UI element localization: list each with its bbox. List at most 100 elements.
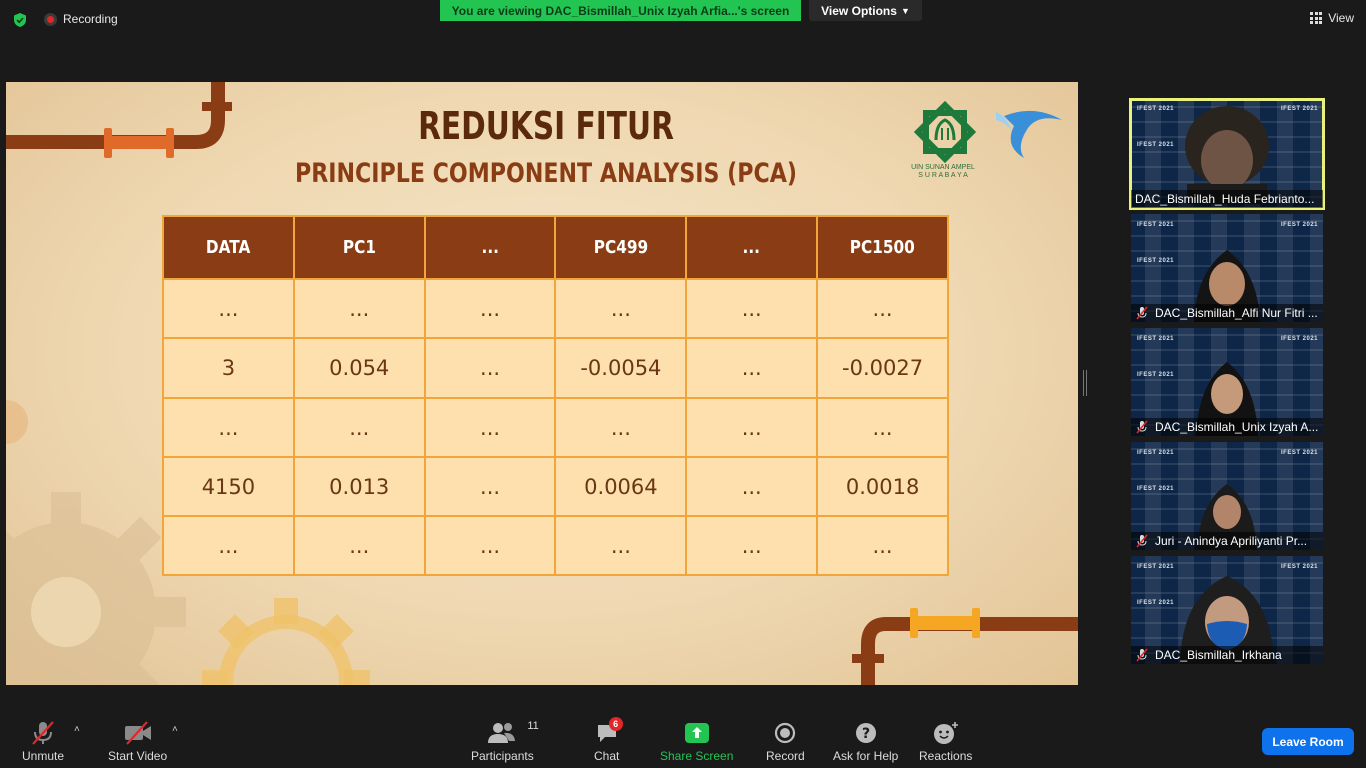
tile-watermark: IFEST 2021 <box>1137 372 1175 378</box>
pipe-decoration-icon <box>852 608 1078 685</box>
panel-resize-handle[interactable] <box>1083 370 1087 396</box>
table-cell: ... <box>423 337 557 399</box>
muted-mic-icon <box>1136 534 1148 548</box>
view-options-button[interactable]: View Options ▼ <box>809 0 922 21</box>
table-header-cell: ... <box>423 215 557 280</box>
share-screen-icon <box>684 723 709 743</box>
slide-subtitle: PRINCIPLE COMPONENT ANALYSIS (PCA) <box>294 158 798 189</box>
video-tile[interactable]: IFEST 2021 IFEST 2021 IFEST 2021 DAC_Bis… <box>1131 556 1323 664</box>
table-cell: ... <box>554 278 688 339</box>
view-label: View <box>1328 11 1354 25</box>
tile-watermark: IFEST 2021 <box>1137 258 1175 264</box>
table-cell: -0.0027 <box>816 337 949 399</box>
table-cell: 0.0064 <box>554 456 688 517</box>
tile-watermark: IFEST 2021 <box>1137 600 1175 606</box>
uinsa-logo-icon <box>913 100 977 164</box>
participant-name: DAC_Bismillah_Unix Izyah A... <box>1131 418 1323 436</box>
audio-options-caret-icon[interactable]: ˄ <box>74 724 80 735</box>
meeting-toolbar: Unmute ˄ Start Video ˄ 11 Participants 6… <box>0 710 1366 768</box>
table-cell: -0.0054 <box>554 337 688 399</box>
video-tiles-panel: IFEST 2021 IFEST 2021 IFEST 2021 DAC_Bis… <box>1129 98 1326 670</box>
table-cell: ... <box>554 515 688 576</box>
table-header-cell: DATA <box>162 215 295 280</box>
table-cell: 0.0018 <box>816 456 949 517</box>
table-cell: 0.013 <box>292 456 426 517</box>
chat-badge: 6 <box>608 717 623 731</box>
share-screen-button[interactable]: Share Screen <box>660 720 733 763</box>
table-cell: ... <box>292 515 426 576</box>
table-cell: ... <box>423 397 557 458</box>
recording-indicator[interactable]: Recording <box>44 12 118 26</box>
table-row: ... ... ... ... ... ... <box>162 278 949 339</box>
table-header-cell: ... <box>685 215 819 280</box>
slide-title: REDUKSI FITUR <box>418 104 674 148</box>
tile-watermark: IFEST 2021 <box>1137 564 1175 570</box>
tile-watermark: IFEST 2021 <box>1137 336 1175 342</box>
participants-icon <box>488 723 516 743</box>
table-cell: ... <box>685 337 819 399</box>
table-cell: ... <box>685 456 819 517</box>
unmute-button[interactable]: Unmute <box>22 720 64 763</box>
ask-for-help-label: Ask for Help <box>833 749 899 763</box>
view-button[interactable]: View <box>1310 11 1354 25</box>
tile-watermark: IFEST 2021 <box>1281 564 1319 570</box>
tile-watermark: IFEST 2021 <box>1137 450 1175 456</box>
table-header-cell: PC1500 <box>816 215 949 280</box>
tile-watermark: IFEST 2021 <box>1137 222 1175 228</box>
participants-button[interactable]: 11 Participants <box>471 720 539 763</box>
start-video-button[interactable]: Start Video <box>108 720 167 763</box>
reactions-button[interactable]: Reactions <box>919 720 972 763</box>
video-options-caret-icon[interactable]: ˄ <box>172 724 178 735</box>
shared-screen-slide: REDUKSI FITUR PRINCIPLE COMPONENT ANALYS… <box>6 82 1078 685</box>
logos: UIN SUNAN AMPEL S U R A B A Y A <box>894 96 1064 186</box>
zoom-meeting-window: Recording You are viewing DAC_Bismillah_… <box>0 0 1366 768</box>
recording-dot-icon <box>44 12 57 26</box>
table-row: ... ... ... ... ... ... <box>162 515 949 576</box>
leave-room-button[interactable]: Leave Room <box>1262 728 1354 755</box>
chat-button[interactable]: 6 Chat <box>594 717 623 763</box>
table-cell: ... <box>423 456 557 517</box>
table-cell: 3 <box>162 337 295 399</box>
tile-watermark: IFEST 2021 <box>1281 450 1319 456</box>
ifest-logo-icon <box>996 110 1062 158</box>
logo-caption: UIN SUNAN AMPEL S U R A B A Y A <box>902 164 984 180</box>
table-cell: ... <box>292 397 426 458</box>
reactions-icon <box>933 722 958 744</box>
recording-label: Recording <box>63 12 118 26</box>
record-label: Record <box>766 749 805 763</box>
grid-view-icon <box>1310 12 1323 24</box>
start-video-label: Start Video <box>108 749 168 763</box>
tile-watermark: IFEST 2021 <box>1281 222 1319 228</box>
table-cell: 0.054 <box>292 337 426 399</box>
table-row: 4150 0.013 ... 0.0064 ... 0.0018 <box>162 456 949 517</box>
record-button[interactable]: Record <box>766 720 805 763</box>
table-cell: ... <box>816 515 949 576</box>
table-cell: ... <box>423 278 557 339</box>
table-header-row: DATA PC1 ... PC499 ... PC1500 <box>162 215 949 280</box>
table-cell: ... <box>162 397 295 458</box>
table-cell: ... <box>685 397 819 458</box>
chat-label: Chat <box>594 749 620 763</box>
muted-mic-icon <box>1136 306 1148 320</box>
muted-mic-icon <box>32 721 54 745</box>
video-tile[interactable]: IFEST 2021 IFEST 2021 IFEST 2021 DAC_Bis… <box>1129 98 1325 210</box>
table-header-cell: PC1 <box>292 215 426 280</box>
participants-count: 11 <box>527 720 539 732</box>
table-cell: ... <box>816 397 949 458</box>
table-cell: ... <box>423 515 557 576</box>
view-options-label: View Options <box>821 3 897 18</box>
svg-text:?: ? <box>862 726 870 742</box>
video-off-icon <box>124 721 151 745</box>
ask-for-help-button[interactable]: ? Ask for Help <box>833 720 898 763</box>
video-tile[interactable]: IFEST 2021 IFEST 2021 IFEST 2021 DAC_Bis… <box>1131 214 1323 322</box>
muted-mic-icon <box>1136 420 1148 434</box>
table-row: ... ... ... ... ... ... <box>162 397 949 458</box>
viewing-screen-banner: You are viewing DAC_Bismillah_Unix Izyah… <box>440 0 801 21</box>
video-tile[interactable]: IFEST 2021 IFEST 2021 IFEST 2021 Juri - … <box>1131 442 1323 550</box>
table-cell: 4150 <box>162 456 295 517</box>
participant-name: Juri - Anindya Apriliyanti Pr... <box>1131 532 1323 550</box>
table-cell: ... <box>554 397 688 458</box>
security-shield-icon[interactable] <box>12 12 28 28</box>
participant-name: DAC_Bismillah_Alfi Nur Fitri ... <box>1131 304 1323 322</box>
video-tile[interactable]: IFEST 2021 IFEST 2021 IFEST 2021 DAC_Bis… <box>1131 328 1323 436</box>
